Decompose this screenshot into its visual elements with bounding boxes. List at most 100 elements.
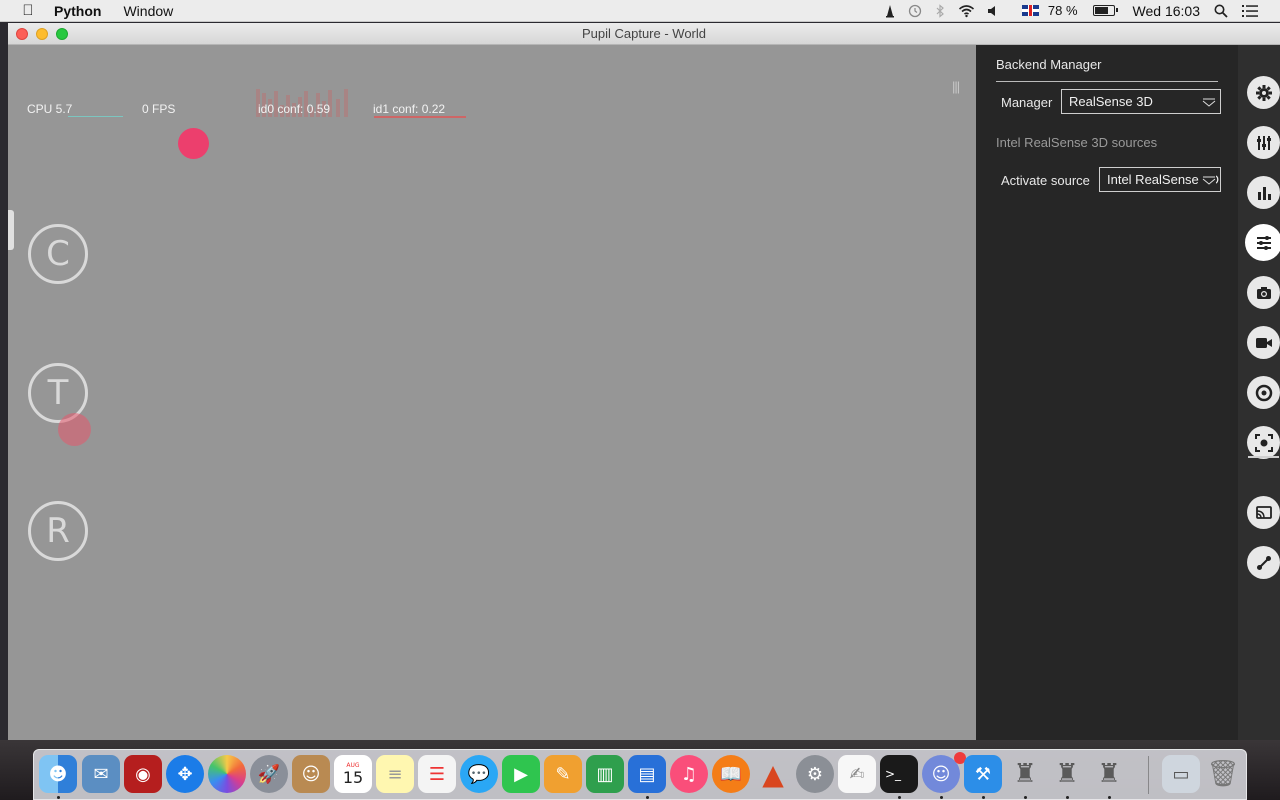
volume-icon[interactable]: [986, 4, 1000, 18]
id1-confidence-label: id1 conf: 0.22: [373, 102, 446, 116]
network-button[interactable]: [1247, 546, 1280, 579]
running-indicator: [1024, 796, 1027, 799]
backend-manager-button[interactable]: [1247, 226, 1280, 259]
running-indicator: [57, 796, 60, 799]
title-bar[interactable]: Pupil Capture - World: [8, 23, 1280, 45]
python-launcher-icon[interactable]: ♜: [1006, 755, 1044, 793]
running-indicator: [1066, 796, 1069, 799]
preview-icon[interactable]: ✉: [82, 755, 120, 793]
activate-source-dropdown[interactable]: Intel RealSense 3D: [1099, 167, 1221, 192]
settings-icon: [1255, 84, 1272, 101]
trash-icon[interactable]: 🗑: [1204, 755, 1242, 793]
bluetooth-icon[interactable]: [933, 3, 947, 18]
reminders-icon[interactable]: ☰: [418, 755, 456, 793]
window-title: Pupil Capture - World: [581, 26, 707, 41]
running-indicator: [940, 796, 943, 799]
recorder-button[interactable]: [1247, 276, 1280, 309]
link-icon: [1256, 555, 1271, 570]
status-menus: 78 % Wed 16:03: [872, 0, 1280, 22]
pages-icon[interactable]: ✎: [544, 755, 582, 793]
close-window-button[interactable]: [16, 28, 28, 40]
system-preferences-icon[interactable]: ⚙: [796, 755, 834, 793]
panel-title: Backend Manager: [996, 57, 1102, 72]
finder-icon[interactable]: ☻: [39, 755, 77, 793]
numbers-icon[interactable]: ▥: [586, 755, 624, 793]
remote-button[interactable]: [1247, 496, 1280, 529]
notification-center-icon[interactable]: [1242, 4, 1258, 18]
menu-handle-icon[interactable]: |||: [952, 79, 960, 94]
system-graphs-button[interactable]: [1247, 176, 1280, 209]
calendar-icon[interactable]: AUG 15: [334, 755, 372, 793]
manager-dropdown-value: RealSense 3D: [1069, 94, 1153, 109]
wifi-icon[interactable]: [958, 4, 975, 18]
safari-icon[interactable]: ✥: [166, 755, 204, 793]
backend-manager-panel: Backend Manager Manager RealSense 3D Int…: [976, 45, 1238, 740]
manager-label: Manager: [1001, 95, 1053, 110]
menu-app-python[interactable]: Python: [54, 3, 101, 19]
menu-window[interactable]: Window: [123, 3, 173, 19]
plugin-icon-bar: [1238, 45, 1280, 740]
notes-icon[interactable]: ≡: [376, 755, 414, 793]
downloads-icon[interactable]: ▭: [1162, 755, 1200, 793]
test-button-overlay: [58, 413, 91, 446]
id1-confidence-graph: [374, 116, 466, 118]
fps-graph-label: 0 FPS: [142, 102, 176, 116]
terminal-icon[interactable]: >_: [880, 755, 918, 793]
launchpad-icon[interactable]: 🚀: [250, 755, 288, 793]
photo-booth-icon[interactable]: ◉: [124, 755, 162, 793]
fixation-detector-button[interactable]: [1247, 426, 1280, 459]
ibooks-icon[interactable]: 📖: [712, 755, 750, 793]
record-button[interactable]: R: [28, 501, 88, 561]
settings-button[interactable]: [1247, 76, 1280, 109]
chevron-down-icon: [1202, 98, 1216, 107]
battery-icon[interactable]: [1089, 5, 1118, 16]
running-indicator: [646, 796, 649, 799]
textedit-icon[interactable]: ✍: [838, 755, 876, 793]
time-machine-icon[interactable]: [908, 4, 922, 18]
icon-bar-separator: [1248, 456, 1279, 458]
plugin-manager-button[interactable]: [1247, 126, 1280, 159]
python-launcher-icon[interactable]: ♜: [1048, 755, 1086, 793]
manager-dropdown[interactable]: RealSense 3D: [1061, 89, 1221, 114]
clock[interactable]: Wed 16:03: [1133, 3, 1200, 19]
system-graphs-icon: [1257, 186, 1271, 200]
photos-icon[interactable]: [208, 755, 246, 793]
zoom-window-button[interactable]: [56, 28, 68, 40]
camera-icon: [1256, 286, 1271, 299]
world-view[interactable]: CPU 5.7 0 FPS id0 conf: 0.59 id1 conf: 0…: [8, 45, 976, 740]
matlab-icon[interactable]: ▲: [754, 755, 792, 793]
battery-percent: 78 %: [1047, 3, 1078, 18]
running-indicator: [982, 796, 985, 799]
facetime-icon[interactable]: ▶: [502, 755, 540, 793]
left-edge-handle[interactable]: [8, 210, 14, 250]
test-button-label: T: [47, 373, 69, 413]
calibrate-button[interactable]: C: [28, 224, 88, 284]
target-icon: [1255, 384, 1272, 401]
gaze-point: [178, 128, 209, 159]
cpu-graph-label: CPU 5.7: [27, 102, 73, 116]
dock: ☻ ✉ ◉ ✥ 🚀 ☺ AUG 15 ≡ ☰ 💬 ▶ ✎ ▥ ▤ ♫ 📖 ▲ ⚙…: [33, 749, 1247, 800]
keynote-icon[interactable]: ▤: [628, 755, 666, 793]
messages-icon[interactable]: 💬: [460, 755, 498, 793]
vlc-icon[interactable]: [883, 4, 897, 18]
xcode-icon[interactable]: ⚒: [964, 755, 1002, 793]
focus-icon: [1254, 433, 1273, 452]
apple-icon[interactable]: : [18, 2, 38, 19]
contacts-icon[interactable]: ☺: [292, 755, 330, 793]
video-source-button[interactable]: [1247, 326, 1280, 359]
id0-confidence-label: id0 conf: 0.59: [258, 102, 331, 116]
minimize-window-button[interactable]: [36, 28, 48, 40]
running-indicator: [1108, 796, 1111, 799]
calibration-button[interactable]: [1247, 376, 1280, 409]
panel-divider: [996, 81, 1218, 82]
calendar-day: 15: [342, 767, 364, 787]
video-camera-icon: [1255, 337, 1272, 348]
sources-info-text: Intel RealSense 3D sources: [996, 135, 1158, 150]
chevron-down-icon: [1202, 175, 1216, 185]
dock-separator: [1148, 756, 1149, 794]
itunes-icon[interactable]: ♫: [670, 755, 708, 793]
uk-flag-icon[interactable]: [1021, 5, 1039, 16]
spotlight-icon[interactable]: [1214, 4, 1228, 18]
activate-source-label: Activate source: [1001, 173, 1090, 188]
python-launcher-icon[interactable]: ♜: [1090, 755, 1128, 793]
